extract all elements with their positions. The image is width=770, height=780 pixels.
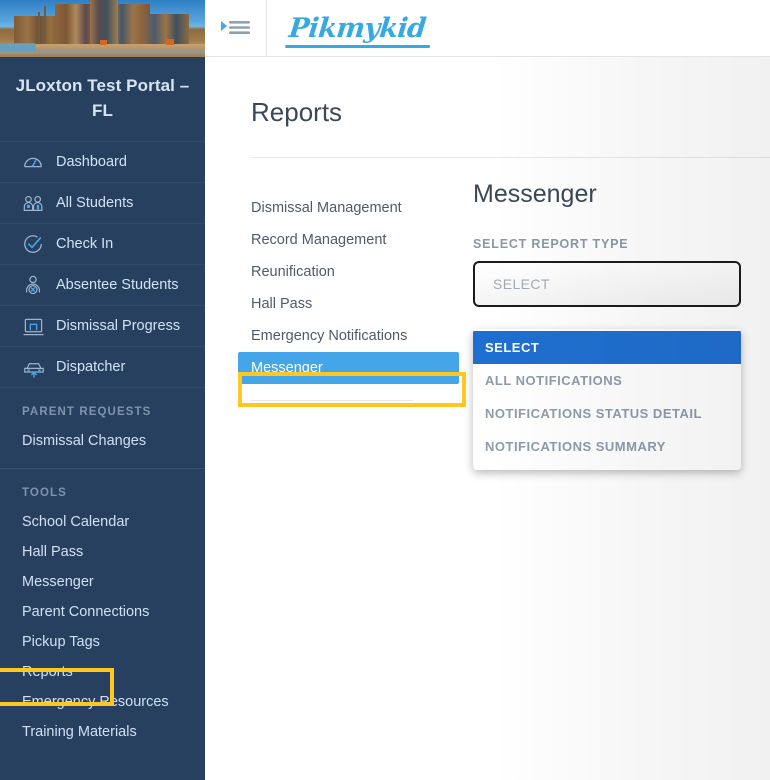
sidebar-item-dashboard[interactable]: Dashboard [0,142,205,183]
photo-tree [38,12,40,48]
report-type-select[interactable]: SELECT [473,261,741,307]
sidebar-item-all-students[interactable]: All Students [0,183,205,224]
sidebar-item-reports[interactable]: Reports [0,657,205,687]
check-circle-icon [22,233,56,255]
report-detail-panel: Messenger SELECT REPORT TYPE SELECT SELE… [459,180,770,470]
sidebar-item-absentee-students[interactable]: Absentee Students [0,265,205,306]
hamburger-menu-icon[interactable] [205,0,267,57]
page-title: Reports [251,97,343,127]
main-area: Pikmykid Reports Dismissal Management Re… [205,0,770,780]
top-bar: Pikmykid [205,0,770,57]
sidebar-item-label: Dashboard [56,154,127,170]
sidebar-item-school-calendar[interactable]: School Calendar [0,507,205,537]
app-root: JLoxton Test Portal – FL Dashboard All S… [0,0,770,780]
photo-pond [0,43,36,51]
photo-equipment [100,40,107,45]
sidebar-item-hall-pass[interactable]: Hall Pass [0,537,205,567]
report-category-dismissal-management[interactable]: Dismissal Management [238,192,459,224]
sidebar-item-dispatcher[interactable]: Dispatcher [0,347,205,388]
dropdown-option-notifications-summary[interactable]: NOTIFICATIONS SUMMARY [473,430,741,463]
brand-logo[interactable]: Pikmykid [267,12,428,44]
students-group-icon [22,193,56,213]
sidebar-item-parent-connections[interactable]: Parent Connections [0,597,205,627]
car-icon [22,356,56,378]
absent-person-icon [22,274,56,296]
reports-columns: Dismissal Management Record Management R… [205,158,770,470]
sidebar-item-label: Check In [56,236,114,252]
dropdown-option-all-notifications[interactable]: ALL NOTIFICATIONS [473,364,741,397]
report-category-list: Dismissal Management Record Management R… [205,192,466,407]
sidebar-item-label: Absentee Students [56,277,179,293]
sidebar-item-pickup-tags[interactable]: Pickup Tags [0,627,205,657]
report-type-dropdown[interactable]: SELECT ALL NOTIFICATIONS NOTIFICATIONS S… [473,329,741,470]
report-category-record-management[interactable]: Record Management [238,224,459,256]
sidebar-item-label: Dispatcher [56,359,126,375]
sidebar-primary-nav: Dashboard All Students Check In Absentee… [0,141,205,388]
dashboard-gauge-icon [22,151,56,173]
category-list-divider [251,400,413,401]
select-report-type-label: SELECT REPORT TYPE [473,237,629,251]
sidebar-section-parent-requests: PARENT REQUESTS [22,406,152,418]
logo-text: Pikmykid [287,12,428,44]
sidebar: JLoxton Test Portal – FL Dashboard All S… [0,0,205,780]
dropdown-option-select[interactable]: SELECT [473,331,741,364]
sidebar-section-tools: TOOLS [22,487,67,499]
school-building-photo [0,0,205,57]
page-content: Reports Dismissal Management Record Mana… [205,57,770,780]
report-type-select-value: SELECT [493,276,550,292]
sidebar-item-label: All Students [56,195,134,211]
sidebar-item-dismissal-changes[interactable]: Dismissal Changes [0,426,205,456]
report-category-hall-pass[interactable]: Hall Pass [238,288,459,320]
sidebar-item-training-materials[interactable]: Training Materials [0,717,205,747]
sidebar-item-label: Dismissal Progress [56,318,181,334]
dropdown-option-notifications-status-detail[interactable]: NOTIFICATIONS STATUS DETAIL [473,397,741,430]
sidebar-item-check-in[interactable]: Check In [0,224,205,265]
report-panel-title: Messenger [473,180,597,208]
photo-equipment [166,39,174,45]
sidebar-item-emergency-resources[interactable]: Emergency Resources [0,687,205,717]
report-category-messenger[interactable]: Messenger [238,352,459,384]
sidebar-item-dismissal-progress[interactable]: Dismissal Progress [0,306,205,347]
school-name: JLoxton Test Portal – FL [15,76,190,120]
report-category-emergency-notifications[interactable]: Emergency Notifications [238,320,459,352]
report-category-reunification[interactable]: Reunification [238,256,459,288]
sidebar-item-messenger[interactable]: Messenger [0,567,205,597]
monitor-icon [22,316,56,337]
